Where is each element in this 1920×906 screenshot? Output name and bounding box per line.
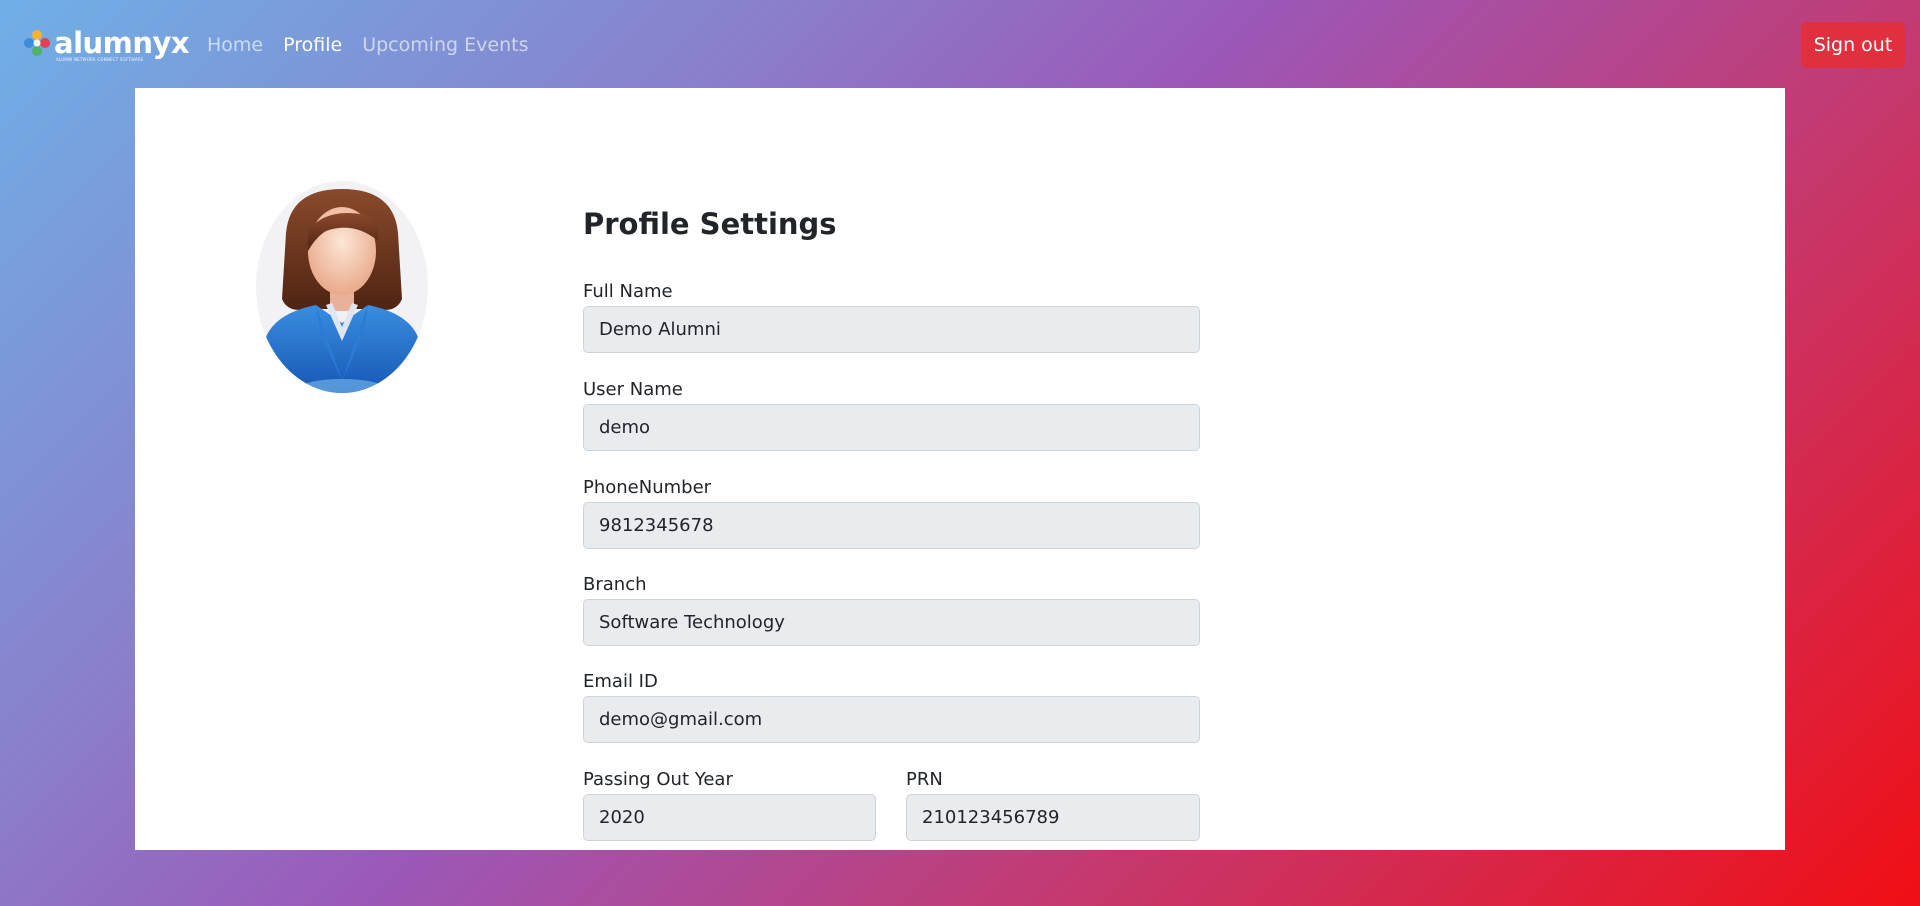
profile-card: Profile Settings Full Name User Name Pho… <box>135 88 1785 850</box>
nav-link-home[interactable]: Home <box>207 33 263 57</box>
nav-link-profile[interactable]: Profile <box>283 33 342 57</box>
page-title: Profile Settings <box>583 207 837 241</box>
branch-input[interactable] <box>583 599 1200 646</box>
user-name-label: User Name <box>583 379 683 400</box>
full-name-label: Full Name <box>583 281 673 302</box>
logo-icon <box>24 30 50 56</box>
user-name-input[interactable] <box>583 404 1200 451</box>
top-navbar: alumnyx ALUMNI NETWORK CONNECT SOFTWARE … <box>0 0 1920 88</box>
female-user-avatar-icon <box>256 181 428 393</box>
sign-out-button[interactable]: Sign out <box>1801 22 1905 68</box>
branch-label: Branch <box>583 574 647 595</box>
passing-out-year-field: Passing Out Year <box>583 769 876 841</box>
nav-link-upcoming-events[interactable]: Upcoming Events <box>362 33 528 57</box>
brand-logo[interactable]: alumnyx ALUMNI NETWORK CONNECT SOFTWARE <box>22 25 190 62</box>
full-name-input[interactable] <box>583 306 1200 353</box>
phone-number-input[interactable] <box>583 502 1200 549</box>
phone-number-field: PhoneNumber <box>583 477 1200 549</box>
brand-name: alumnyx <box>54 26 190 60</box>
passing-out-year-label: Passing Out Year <box>583 769 733 790</box>
brand-tagline: ALUMNI NETWORK CONNECT SOFTWARE <box>56 57 144 62</box>
prn-input[interactable] <box>906 794 1200 841</box>
passing-out-year-input[interactable] <box>583 794 876 841</box>
nav-links: Home Profile Upcoming Events <box>207 33 528 57</box>
prn-label: PRN <box>906 769 943 790</box>
phone-number-label: PhoneNumber <box>583 477 712 498</box>
full-name-field: Full Name <box>583 281 1200 353</box>
avatar <box>256 181 428 393</box>
email-label: Email ID <box>583 671 658 692</box>
prn-field: PRN <box>906 769 1200 841</box>
branch-field: Branch <box>583 574 1200 646</box>
user-name-field: User Name <box>583 379 1200 451</box>
email-input[interactable] <box>583 696 1200 743</box>
email-field: Email ID <box>583 671 1200 743</box>
